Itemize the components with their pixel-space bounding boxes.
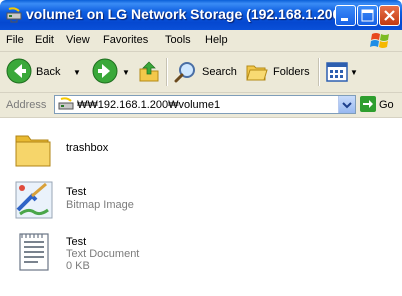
- menu-edit[interactable]: Edit: [35, 34, 54, 46]
- title-bar[interactable]: volume1 on LG Network Storage (192.168.1…: [0, 0, 402, 30]
- menu-favorites[interactable]: Favorites: [103, 34, 148, 46]
- file-size: 0 KB: [66, 260, 90, 272]
- window-title: volume1 on LG Network Storage (192.168.1…: [26, 6, 346, 22]
- windows-logo-icon: [370, 33, 389, 48]
- menu-help[interactable]: Help: [205, 34, 228, 46]
- address-value: ₩₩192.168.1.200₩volume1: [77, 99, 221, 111]
- chevron-down-icon: [342, 102, 352, 109]
- forward-dropdown-icon[interactable]: ▼: [122, 68, 130, 77]
- maximize-icon: [361, 9, 374, 22]
- minimize-icon: [341, 18, 348, 21]
- file-type: Text Document: [66, 248, 140, 260]
- toolbar-separator: [318, 58, 320, 86]
- toolbar: Back ▼ ▼ Search Folders ▼: [0, 52, 402, 93]
- views-icon[interactable]: [326, 61, 348, 83]
- network-drive-icon: [58, 97, 74, 110]
- back-arrow-icon[interactable]: [6, 58, 32, 84]
- file-list: trashbox Test Bitmap Image Test Text Doc…: [0, 118, 402, 296]
- file-type: Bitmap Image: [66, 199, 134, 211]
- menu-file[interactable]: File: [6, 34, 24, 46]
- go-arrow-icon: [363, 100, 373, 108]
- file-name: trashbox: [66, 142, 109, 154]
- text-document-icon: [19, 233, 49, 271]
- folders-icon[interactable]: [245, 60, 269, 84]
- file-name: Test: [66, 186, 87, 198]
- back-dropdown-icon[interactable]: ▼: [73, 68, 81, 77]
- menu-bar: File Edit View Favorites Tools Help: [0, 30, 402, 52]
- up-folder-icon[interactable]: [138, 59, 160, 83]
- file-name: Test: [66, 236, 87, 248]
- address-label: Address: [6, 99, 47, 111]
- search-button-label[interactable]: Search: [202, 66, 237, 78]
- list-item[interactable]: Test Text Document 0 KB: [12, 230, 392, 278]
- back-button-label[interactable]: Back: [36, 66, 60, 78]
- address-bar: Address ₩₩192.168.1.200₩volume1 Go: [0, 93, 402, 118]
- minimize-button[interactable]: [335, 5, 356, 26]
- toolbar-separator: [166, 58, 168, 86]
- list-item[interactable]: Test Bitmap Image: [12, 178, 392, 226]
- address-dropdown-button[interactable]: [338, 96, 355, 113]
- network-drive-icon: [6, 7, 22, 23]
- menu-tools[interactable]: Tools: [165, 34, 191, 46]
- close-button[interactable]: [379, 5, 400, 26]
- go-button[interactable]: [360, 96, 376, 112]
- address-input[interactable]: ₩₩192.168.1.200₩volume1: [54, 95, 356, 114]
- search-icon[interactable]: [174, 60, 198, 84]
- go-label[interactable]: Go: [379, 99, 394, 111]
- views-dropdown-icon[interactable]: ▼: [350, 68, 358, 77]
- folder-icon: [15, 135, 51, 167]
- list-item[interactable]: trashbox: [12, 128, 392, 176]
- close-icon: [384, 10, 395, 21]
- explorer-window: volume1 on LG Network Storage (192.168.1…: [0, 0, 402, 296]
- menu-view[interactable]: View: [66, 34, 90, 46]
- folders-button-label[interactable]: Folders: [273, 66, 310, 78]
- bitmap-image-icon: [15, 181, 53, 219]
- forward-arrow-icon[interactable]: [92, 58, 118, 84]
- maximize-button[interactable]: [357, 5, 378, 26]
